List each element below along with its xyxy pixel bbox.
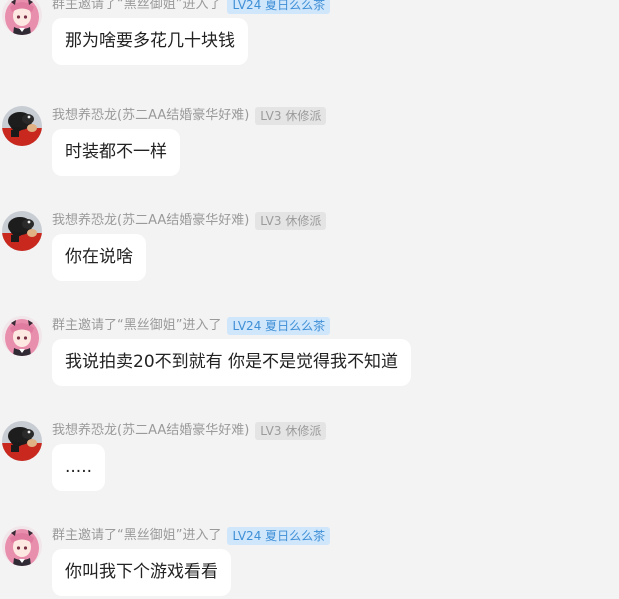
message-bubble[interactable]: 你叫我下个游戏看看 xyxy=(52,549,231,596)
sender-name[interactable]: 群主邀请了“黑丝御姐”进入了 xyxy=(52,0,221,15)
message-bubble[interactable]: 你在说啥 xyxy=(52,234,146,281)
pink-haired-girl-avatar[interactable] xyxy=(2,316,42,356)
pink-haired-girl-avatar[interactable] xyxy=(2,526,42,566)
message-meta: 群主邀请了“黑丝御姐”进入了 LV24 夏日么么茶 xyxy=(52,316,331,336)
sender-name[interactable]: 群主邀请了“黑丝御姐”进入了 xyxy=(52,316,221,336)
message-meta: 我想养恐龙(苏二AA结婚豪华好难) LV3 休修派 xyxy=(52,106,327,126)
dinosaur-avatar[interactable] xyxy=(2,421,42,461)
chat-message-list[interactable]: 群主邀请了“黑丝御姐”进入了 LV24 夏日么么茶 那为啥要多花几十块钱 我想养… xyxy=(0,0,619,599)
member-level-badge: LV3 休修派 xyxy=(255,422,327,440)
dinosaur-avatar[interactable] xyxy=(2,211,42,251)
sender-name[interactable]: 我想养恐龙(苏二AA结婚豪华好难) xyxy=(52,211,249,231)
message-bubble[interactable]: 那为啥要多花几十块钱 xyxy=(52,18,248,65)
sender-name[interactable]: 我想养恐龙(苏二AA结婚豪华好难) xyxy=(52,106,249,126)
member-level-badge: LV3 休修派 xyxy=(255,212,327,230)
message-meta: 我想养恐龙(苏二AA结婚豪华好难) LV3 休修派 xyxy=(52,421,327,441)
message-meta: 我想养恐龙(苏二AA结婚豪华好难) LV3 休修派 xyxy=(52,211,327,231)
message-meta: 群主邀请了“黑丝御姐”进入了 LV24 夏日么么茶 xyxy=(52,0,331,15)
sender-name[interactable]: 我想养恐龙(苏二AA结婚豪华好难) xyxy=(52,421,249,441)
message-bubble[interactable]: ..... xyxy=(52,444,106,491)
member-level-badge: LV24 夏日么么茶 xyxy=(227,527,331,545)
member-level-badge: LV24 夏日么么茶 xyxy=(227,317,331,335)
dinosaur-avatar[interactable] xyxy=(2,106,42,146)
pink-haired-girl-avatar[interactable] xyxy=(2,0,42,35)
sender-name[interactable]: 群主邀请了“黑丝御姐”进入了 xyxy=(52,526,221,546)
message-bubble[interactable]: 时装都不一样 xyxy=(52,129,180,176)
message-bubble[interactable]: 我说拍卖20不到就有 你是不是觉得我不知道 xyxy=(52,339,412,386)
message-meta: 群主邀请了“黑丝御姐”进入了 LV24 夏日么么茶 xyxy=(52,526,331,546)
member-level-badge: LV3 休修派 xyxy=(255,107,327,125)
member-level-badge: LV24 夏日么么茶 xyxy=(227,0,331,14)
